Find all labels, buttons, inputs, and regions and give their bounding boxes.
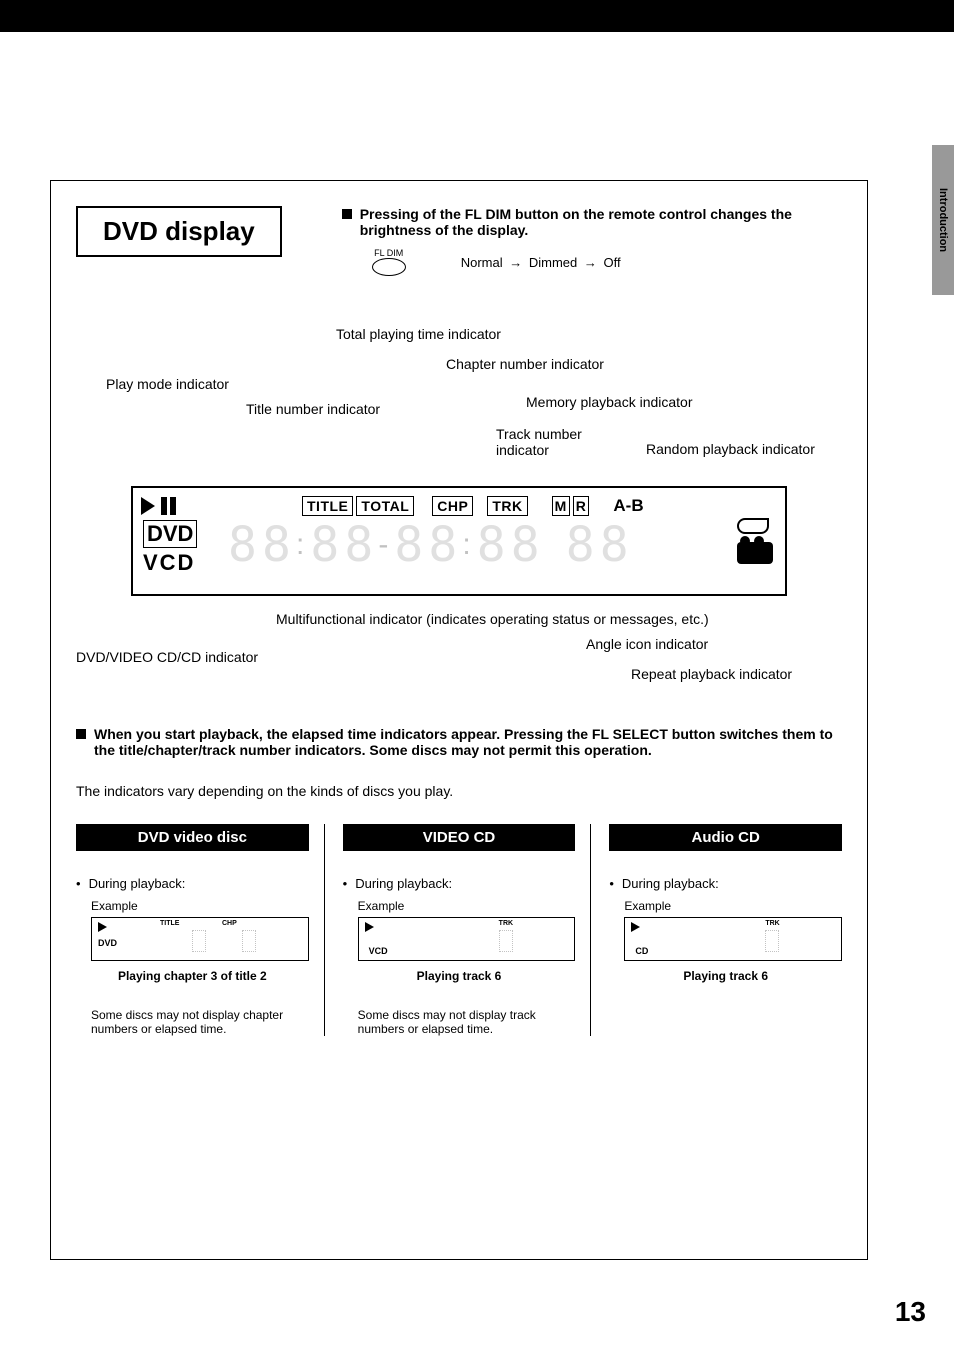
col-vcd-header: VIDEO CD [343,824,576,851]
play-icon [365,922,374,932]
col-cd: Audio CD •During playback: Example TRK C… [609,824,842,1036]
label-random: Random playback indicator [646,441,815,457]
seven-segment-row: : - : [228,520,628,570]
panel-total: TOTAL [356,496,414,516]
indicator-labels-bottom: Multifunctional indicator (indicates ope… [76,596,842,686]
fl-dim-heading-text: Pressing of the FL DIM button on the rem… [360,206,842,238]
col-vcd: VIDEO CD •During playback: Example TRK V… [343,824,592,1036]
label-chapter-num: Chapter number indicator [446,356,604,372]
panel-m: M [552,496,570,516]
sub-note: The indicators vary depending on the kin… [76,783,842,799]
camera-angle-icon [737,542,773,564]
state-dimmed: Dimmed [529,255,577,270]
panel-chp: CHP [432,496,473,516]
fl-dim-section: Pressing of the FL DIM button on the rem… [342,206,842,276]
side-tab: Introduction [932,145,954,295]
col-cd-caption: Playing track 6 [609,969,842,983]
label-multifunc: Multifunctional indicator (indicates ope… [276,611,606,627]
label-dvd-vcd-cd: DVD/VIDEO CD/CD indicator [76,649,258,665]
col-vcd-during: During playback: [355,876,452,891]
col-vcd-caption: Playing track 6 [343,969,576,983]
col-cd-example: Example [624,899,842,913]
col-dvd-note: Some discs may not display chapter numbe… [91,1008,309,1036]
play-icon [631,922,640,932]
page-number: 13 [895,1296,926,1328]
repeat-icon [737,518,769,534]
disc-type-columns: DVD video disc •During playback: Example… [76,824,842,1036]
col-dvd-header: DVD video disc [76,824,309,851]
col-vcd-note: Some discs may not display track numbers… [358,1008,576,1036]
label-title-num: Title number indicator [246,401,380,417]
panel-r: R [573,496,590,516]
arrow-icon: → [509,255,522,270]
indicator-labels-top: Total playing time indicator Chapter num… [76,326,842,476]
label-memory: Memory playback indicator [526,394,693,410]
col-vcd-display: TRK VCD [358,917,576,961]
playback-note-text: When you start playback, the elapsed tim… [94,726,842,758]
panel-right-icons [737,518,773,564]
side-tab-label: Introduction [937,188,949,252]
label-angle: Angle icon indicator [586,636,708,652]
col-dvd: DVD video disc •During playback: Example… [76,824,325,1036]
panel-ab: A-B [613,496,643,516]
page-frame: DVD display Pressing of the FL DIM butto… [50,180,868,1260]
top-black-bar [0,0,954,32]
state-normal: Normal [461,255,503,270]
panel-dvd: DVD [143,520,197,548]
panel-vcd: VCD [143,550,197,576]
playback-note: When you start playback, the elapsed tim… [76,726,842,758]
page-title: DVD display [76,206,282,257]
state-off: Off [604,255,621,270]
panel-title: TITLE [302,496,353,516]
bullet-icon [76,729,86,739]
col-vcd-example: Example [358,899,576,913]
col-cd-header: Audio CD [609,824,842,851]
play-icon [98,922,107,932]
label-total-time: Total playing time indicator [336,326,501,342]
fl-dim-button-icon [372,258,406,276]
play-icon [141,497,155,515]
label-repeat: Repeat playback indicator [631,666,792,682]
col-dvd-example: Example [91,899,309,913]
disc-type-labels: DVD VCD [143,520,197,576]
fl-dim-button-label: FL DIM [372,248,406,258]
label-play-mode: Play mode indicator [106,376,229,392]
col-dvd-display: TITLE CHP DVD [91,917,309,961]
label-track-num: Track numberindicator [496,426,582,458]
arrow-icon: → [584,255,597,270]
col-cd-display: TRK CD [624,917,842,961]
col-dvd-caption: Playing chapter 3 of title 2 [76,969,309,983]
display-panel: TITLE TOTAL CHP TRK M R A-B DVD VCD : - … [131,486,787,596]
bullet-icon [342,209,352,219]
col-cd-during: During playback: [622,876,719,891]
pause-icon [161,497,176,515]
col-dvd-during: During playback: [89,876,186,891]
panel-trk: TRK [487,496,527,516]
fl-dim-diagram: FL DIM Normal → Dimmed → Off [372,248,842,276]
